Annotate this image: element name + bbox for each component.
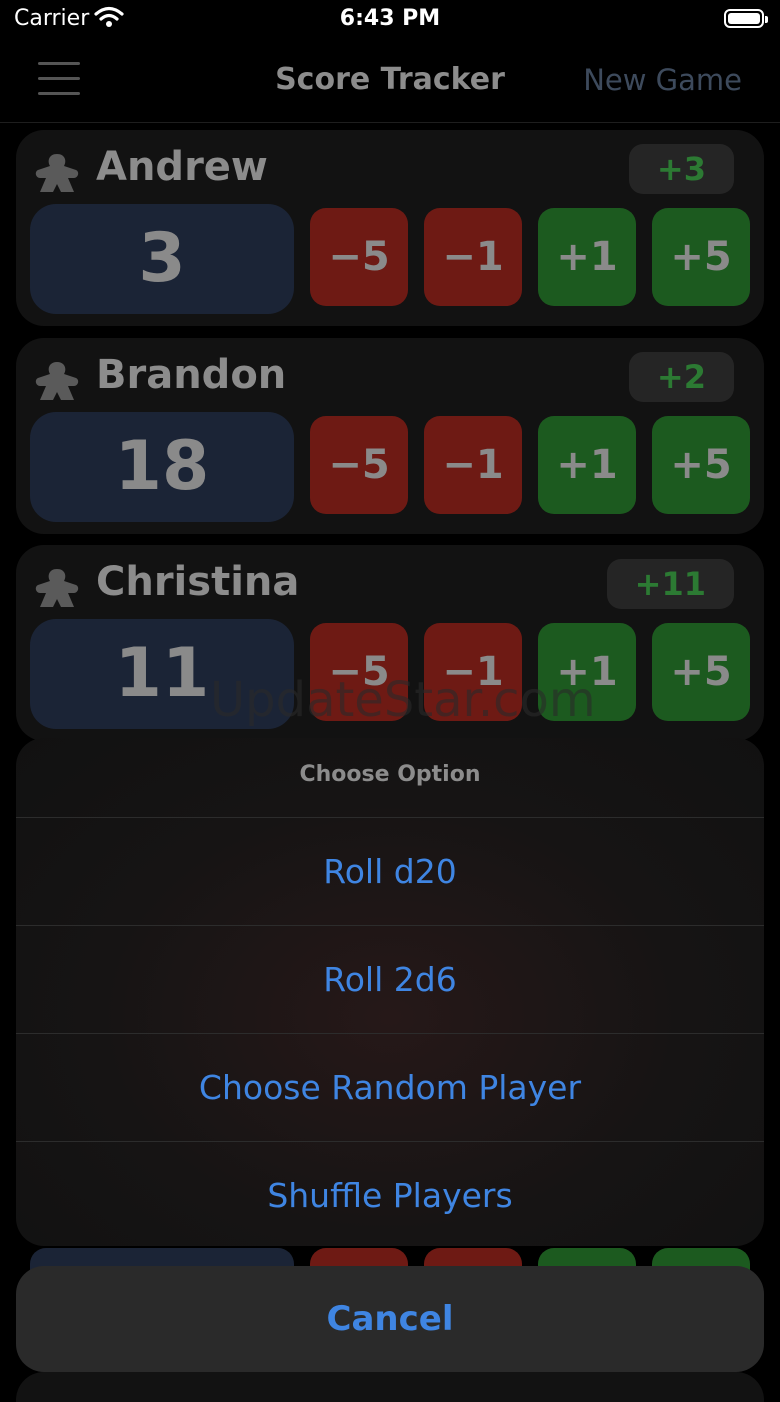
cancel-button[interactable]: Cancel: [16, 1266, 764, 1372]
navigation-bar: Score Tracker New Game: [0, 40, 780, 123]
plus-5-button[interactable]: +5: [652, 208, 750, 306]
minus-1-button[interactable]: −1: [424, 416, 522, 514]
player-card: Andrew +3 3 −5 −1 +1 +5: [16, 130, 764, 326]
player-name: Christina: [96, 559, 300, 605]
score-delta-badge: +11: [606, 559, 734, 609]
player-score[interactable]: 3: [30, 204, 294, 314]
hidden-player-card: [16, 1372, 764, 1402]
player-name: Brandon: [96, 352, 287, 398]
minus-1-button[interactable]: −1: [424, 208, 522, 306]
score-delta-badge: +3: [628, 144, 734, 194]
plus-1-button[interactable]: +1: [538, 416, 636, 514]
plus-5-button[interactable]: +5: [652, 623, 750, 721]
pawn-icon: [34, 152, 80, 198]
plus-1-button[interactable]: +1: [538, 208, 636, 306]
minus-5-button[interactable]: −5: [310, 208, 408, 306]
plus-5-button[interactable]: +5: [652, 416, 750, 514]
shuffle-players-option[interactable]: Shuffle Players: [16, 1141, 764, 1246]
watermark: UpdateStar.com: [210, 672, 596, 728]
player-score[interactable]: 18: [30, 412, 294, 522]
player-card: Brandon +2 18 −5 −1 +1 +5: [16, 338, 764, 534]
score-delta-badge: +2: [628, 352, 734, 402]
roll-d20-option[interactable]: Roll d20: [16, 817, 764, 925]
player-name: Andrew: [96, 144, 268, 190]
action-sheet-title: Choose Option: [299, 762, 481, 787]
new-game-button[interactable]: New Game: [583, 63, 742, 97]
action-sheet: Choose Option Roll d20 Roll 2d6 Choose R…: [16, 738, 764, 1246]
minus-5-button[interactable]: −5: [310, 416, 408, 514]
status-bar: Carrier 6:43 PM: [0, 0, 780, 40]
battery-icon: [724, 9, 768, 28]
choose-random-player-option[interactable]: Choose Random Player: [16, 1033, 764, 1141]
clock: 6:43 PM: [339, 6, 441, 31]
pawn-icon: [34, 567, 80, 613]
pawn-icon: [34, 360, 80, 406]
roll-2d6-option[interactable]: Roll 2d6: [16, 925, 764, 1033]
